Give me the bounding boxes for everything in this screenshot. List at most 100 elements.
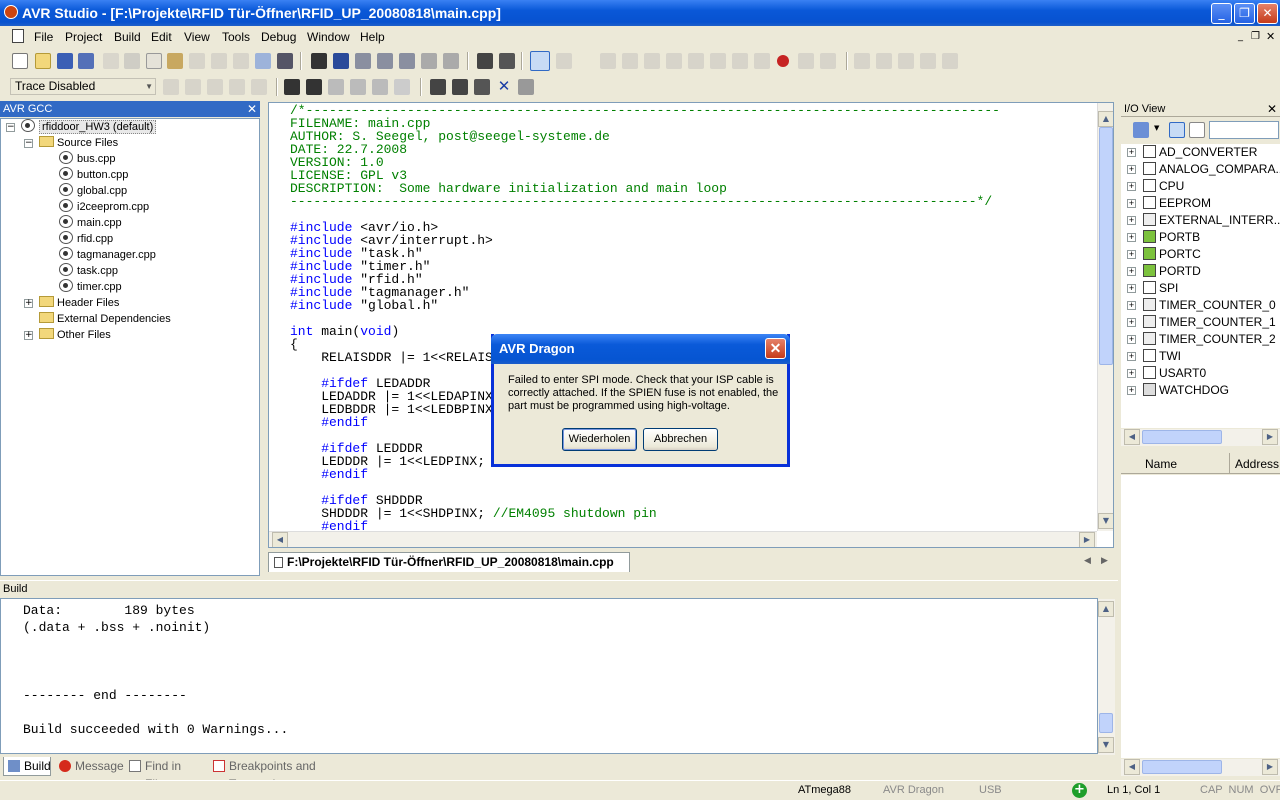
- bookmark-prev-icon[interactable]: [377, 53, 393, 69]
- io-search-input[interactable]: [1209, 121, 1279, 139]
- step-out-icon[interactable]: [710, 53, 726, 69]
- expand-icon[interactable]: +: [1127, 216, 1136, 225]
- tab-scroll-left-icon[interactable]: ◀: [1084, 556, 1091, 566]
- tree-other-files[interactable]: Other Files: [39, 327, 111, 343]
- menu-help[interactable]: Help: [360, 30, 385, 44]
- io-item[interactable]: + PORTD: [1121, 263, 1201, 280]
- scroll-thumb[interactable]: [1142, 760, 1222, 774]
- reset-icon[interactable]: [622, 53, 638, 69]
- document-icon[interactable]: [12, 29, 24, 43]
- cancel-button[interactable]: Abbrechen: [643, 428, 718, 451]
- upload-icon[interactable]: [474, 79, 490, 95]
- program-icon[interactable]: [430, 79, 446, 95]
- editor-horizontal-scrollbar[interactable]: ◀ ▶: [269, 531, 1097, 547]
- code-text[interactable]: /*--------------------------------------…: [290, 104, 1000, 533]
- scroll-left-button[interactable]: ◀: [1124, 759, 1140, 775]
- scroll-right-button[interactable]: ▶: [1262, 759, 1278, 775]
- io-item[interactable]: + WATCHDOG: [1121, 382, 1229, 399]
- tab-breakpoints[interactable]: Breakpoints and Tracepoints: [209, 757, 374, 791]
- run-to-cursor-icon[interactable]: [732, 53, 748, 69]
- tree-file[interactable]: rfid.cpp: [59, 231, 113, 247]
- breakpoint-icon[interactable]: [777, 55, 789, 67]
- io-item[interactable]: + TIMER_COUNTER_0: [1121, 297, 1276, 314]
- build-icon[interactable]: [477, 53, 493, 69]
- cancel-x-icon[interactable]: ✕: [496, 79, 512, 95]
- scroll-thumb[interactable]: [1099, 127, 1113, 365]
- column-name[interactable]: Name: [1145, 457, 1177, 471]
- expand-icon[interactable]: +: [24, 331, 33, 340]
- trace-start-icon[interactable]: [207, 79, 223, 95]
- scroll-left-button[interactable]: ◀: [272, 532, 288, 547]
- auto-icon[interactable]: [394, 79, 410, 95]
- trace-down-icon[interactable]: [229, 79, 245, 95]
- close-icon[interactable]: ✕: [1267, 101, 1277, 117]
- io-item[interactable]: + TIMER_COUNTER_2: [1121, 331, 1276, 348]
- mdi-minimize-button[interactable]: _: [1238, 31, 1243, 42]
- tab-find-in-files[interactable]: Find in Files: [125, 757, 207, 791]
- tree-file[interactable]: task.cpp: [59, 263, 118, 279]
- menu-tools[interactable]: Tools: [222, 30, 250, 44]
- remove-breakpoints-icon[interactable]: [820, 53, 836, 69]
- bookmark-toggle-icon[interactable]: [333, 53, 349, 69]
- open-folder-icon[interactable]: [35, 53, 51, 69]
- io-item[interactable]: + EEPROM: [1121, 195, 1211, 212]
- close-window-button[interactable]: ✕: [1257, 3, 1278, 24]
- io-item[interactable]: + SPI: [1121, 280, 1178, 297]
- dialog-close-button[interactable]: ✕: [765, 338, 786, 359]
- trace-filter-icon[interactable]: [163, 79, 179, 95]
- bookmark-next-icon[interactable]: [355, 53, 371, 69]
- collapse-icon[interactable]: −: [6, 123, 15, 132]
- binoculars-icon[interactable]: [311, 53, 327, 69]
- expand-icon[interactable]: +: [1127, 284, 1136, 293]
- chevron-down-icon[interactable]: ▼: [1154, 124, 1159, 132]
- io-item[interactable]: + USART0: [1121, 365, 1206, 382]
- save-all-icon[interactable]: [78, 53, 94, 69]
- minimize-button[interactable]: _: [1211, 3, 1232, 24]
- step-into-icon[interactable]: [666, 53, 682, 69]
- tree-external-dependencies[interactable]: External Dependencies: [39, 311, 171, 327]
- scroll-up-button[interactable]: ▲: [1098, 111, 1113, 127]
- scroll-down-button[interactable]: ▼: [1098, 737, 1114, 753]
- build-output[interactable]: Data: 189 bytes (.data + .bss + .noinit)…: [0, 598, 1115, 755]
- tree-file[interactable]: timer.cpp: [59, 279, 122, 295]
- expand-icon[interactable]: +: [1127, 148, 1136, 157]
- expand-icon[interactable]: +: [1127, 165, 1136, 174]
- disassembler-icon[interactable]: [920, 53, 936, 69]
- paste-icon[interactable]: [167, 53, 183, 69]
- outdent-icon[interactable]: [443, 53, 459, 69]
- tree-file[interactable]: button.cpp: [59, 167, 128, 183]
- build-vertical-scrollbar[interactable]: ▲ ▼: [1098, 599, 1115, 755]
- retry-button[interactable]: Wiederholen: [562, 428, 637, 451]
- tree-view-icon[interactable]: [1169, 122, 1185, 138]
- save-icon[interactable]: [57, 53, 73, 69]
- show-next-statement-icon[interactable]: [644, 53, 660, 69]
- cut-icon[interactable]: [124, 53, 140, 69]
- filter-icon[interactable]: [1133, 122, 1149, 138]
- print-icon[interactable]: [103, 53, 119, 69]
- trace-up-icon[interactable]: [251, 79, 267, 95]
- menu-project[interactable]: Project: [65, 30, 102, 44]
- menu-window[interactable]: Window: [307, 30, 350, 44]
- list-view-icon[interactable]: [1189, 122, 1205, 138]
- scroll-left-button[interactable]: ◀: [1124, 429, 1140, 445]
- scroll-right-button[interactable]: ▶: [1079, 532, 1095, 547]
- mdi-close-button[interactable]: ✕: [1266, 30, 1275, 43]
- expand-icon[interactable]: +: [1127, 267, 1136, 276]
- scroll-down-button[interactable]: ▼: [1098, 513, 1113, 529]
- windows-icon[interactable]: [255, 53, 271, 69]
- bookmark-clear-icon[interactable]: [399, 53, 415, 69]
- io-item[interactable]: + PORTC: [1121, 246, 1201, 263]
- tree-project-node[interactable]: rfiddoor_HW3 (default): [21, 119, 157, 135]
- stop-debugging-icon[interactable]: [556, 53, 572, 69]
- indent-icon[interactable]: [421, 53, 437, 69]
- compile-icon[interactable]: [499, 53, 515, 69]
- break-icon[interactable]: [600, 53, 616, 69]
- code-editor[interactable]: /*--------------------------------------…: [268, 102, 1114, 548]
- document-tab[interactable]: F:\Projekte\RFID Tür-Öffner\RFID_UP_2008…: [268, 552, 630, 572]
- new-file-icon[interactable]: [12, 53, 28, 69]
- delete-icon[interactable]: [189, 53, 205, 69]
- close-icon[interactable]: ✕: [247, 101, 257, 117]
- expand-icon[interactable]: +: [1127, 386, 1136, 395]
- collapse-icon[interactable]: −: [24, 139, 33, 148]
- tree-file[interactable]: global.cpp: [59, 183, 127, 199]
